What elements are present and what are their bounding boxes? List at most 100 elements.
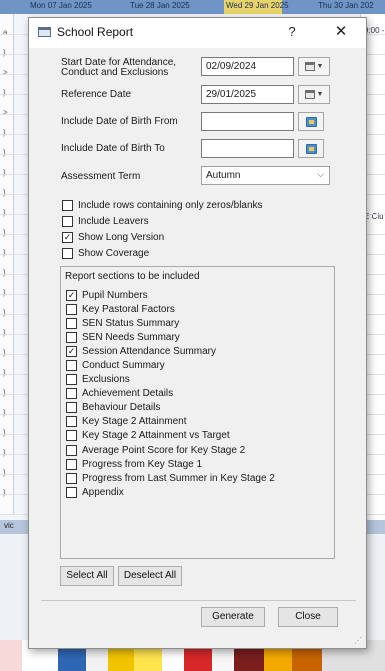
- checkbox[interactable]: [66, 486, 77, 498]
- checkbox-label: Progress from Last Summer in Key Stage 2: [82, 472, 275, 484]
- checkbox-row[interactable]: Progress from Last Summer in Key Stage 2: [66, 471, 328, 485]
- checkbox-label: Average Point Score for Key Stage 2: [82, 444, 246, 456]
- checkbox-label: Conduct Summary: [82, 360, 165, 372]
- checkbox-row[interactable]: Progress from Key Stage 1: [66, 457, 328, 471]
- checkbox-label: SEN Needs Summary: [82, 331, 180, 343]
- report-sections-group: Report sections to be included ✓ Pupil Nu…: [60, 266, 335, 559]
- checkbox-row[interactable]: ✓ Show Long Version: [62, 230, 164, 244]
- background-strip-text: vic: [4, 521, 14, 530]
- background-row-marker: ): [3, 188, 6, 197]
- assessment-term-value: Autumn: [206, 170, 241, 181]
- window-icon: [38, 27, 51, 37]
- checkbox[interactable]: [66, 458, 77, 470]
- checkbox[interactable]: [66, 472, 77, 484]
- checkbox-label: Appendix: [82, 486, 124, 498]
- checkbox-label: Progress from Key Stage 1: [82, 458, 203, 470]
- reference-date-field[interactable]: 29/01/2025: [201, 85, 294, 104]
- dob-from-field[interactable]: [201, 112, 294, 131]
- folder-icon: [305, 143, 317, 154]
- help-button[interactable]: ?: [282, 22, 302, 42]
- dob-from-picker-button[interactable]: [298, 112, 324, 131]
- checkbox[interactable]: [62, 215, 73, 227]
- checkbox-row[interactable]: Key Stage 2 Attainment: [66, 415, 328, 429]
- checkbox-row[interactable]: Conduct Summary: [66, 358, 328, 372]
- checkbox-checked[interactable]: ✓: [66, 289, 77, 301]
- background-ribbon-date: Wed 29 Jan 2025: [226, 1, 289, 10]
- dob-to-picker-button[interactable]: [298, 139, 324, 158]
- chevron-down-icon: ⌵: [317, 169, 324, 179]
- checkbox-row[interactable]: Show Coverage: [62, 246, 149, 260]
- dob-from-label: Include Date of Birth From: [61, 116, 178, 127]
- checkbox-checked[interactable]: ✓: [66, 345, 77, 357]
- reference-date-picker-button[interactable]: ▼: [298, 85, 330, 104]
- background-row-marker: ): [3, 148, 6, 157]
- select-all-button[interactable]: Select All: [60, 566, 114, 586]
- checkbox-row[interactable]: Appendix: [66, 485, 328, 499]
- background-row-marker: ): [3, 488, 6, 497]
- background-row-marker: ): [3, 228, 6, 237]
- background-color-swatch: [0, 640, 22, 671]
- checkbox-label: SEN Status Summary: [82, 317, 180, 329]
- start-date-label-line2: Conduct and Exclusions: [61, 67, 169, 78]
- checkbox-row[interactable]: Achievement Details: [66, 387, 328, 401]
- generate-button[interactable]: Generate: [201, 607, 265, 627]
- checkbox-row[interactable]: Exclusions: [66, 373, 328, 387]
- background-row-marker: ): [3, 248, 6, 257]
- checkbox[interactable]: [62, 199, 73, 211]
- checkbox-row[interactable]: ✓ Pupil Numbers: [66, 288, 328, 302]
- checkbox-row[interactable]: Average Point Score for Key Stage 2: [66, 443, 328, 457]
- checkbox[interactable]: [62, 247, 73, 259]
- checkbox[interactable]: [66, 444, 77, 456]
- background-row-marker: ): [3, 268, 6, 277]
- dialog-titlebar[interactable]: School Report ? ✕: [29, 18, 366, 48]
- background-row-marker: ): [3, 328, 6, 337]
- checkbox[interactable]: [66, 416, 77, 428]
- checkbox-row[interactable]: Key Pastoral Factors: [66, 302, 328, 316]
- background-row-marker: ): [3, 348, 6, 357]
- checkbox-label: Include rows containing only zeros/blank…: [78, 199, 263, 211]
- background-calendar-ribbon: Mon 07 Jan 2025 Tue 28 Jan 2025 Wed 29 J…: [0, 0, 385, 14]
- start-date-field[interactable]: 02/09/2024: [201, 57, 294, 76]
- checkbox[interactable]: [66, 303, 77, 315]
- checkbox[interactable]: [66, 317, 77, 329]
- dob-to-field[interactable]: [201, 139, 294, 158]
- background-row-marker: ): [3, 408, 6, 417]
- close-dialog-button[interactable]: Close: [278, 607, 338, 627]
- checkbox[interactable]: [66, 360, 77, 372]
- checkbox-row[interactable]: SEN Needs Summary: [66, 330, 328, 344]
- reference-date-label: Reference Date: [61, 89, 132, 100]
- start-date-picker-button[interactable]: ▼: [298, 57, 330, 76]
- checkbox-label: Key Pastoral Factors: [82, 303, 175, 315]
- checkbox-row[interactable]: ✓ Session Attendance Summary: [66, 344, 328, 358]
- calendar-icon: [304, 62, 315, 71]
- close-icon[interactable]: ✕: [329, 21, 353, 43]
- checkbox-row[interactable]: Key Stage 2 Attainment vs Target: [66, 429, 328, 443]
- checkbox-label: Key Stage 2 Attainment vs Target: [82, 430, 230, 442]
- background-row-marker: ): [3, 208, 6, 217]
- school-report-dialog: School Report ? ✕ Start Date for Attenda…: [28, 17, 367, 649]
- assessment-term-select[interactable]: Autumn ⌵: [201, 166, 330, 185]
- background-row-marker: ): [3, 288, 6, 297]
- deselect-all-button[interactable]: Deselect All: [118, 566, 182, 586]
- checkbox[interactable]: [66, 430, 77, 442]
- checkbox[interactable]: [66, 402, 77, 414]
- background-row-marker: >: [3, 68, 8, 77]
- checkbox-row[interactable]: Behaviour Details: [66, 401, 328, 415]
- checkbox[interactable]: [66, 388, 77, 400]
- background-row-marker: ): [3, 128, 6, 137]
- background-row-marker: >: [3, 108, 8, 117]
- background-row-marker: ): [3, 428, 6, 437]
- checkbox-row[interactable]: SEN Status Summary: [66, 316, 328, 330]
- checkbox-label: Show Coverage: [78, 247, 150, 259]
- checkbox-label: Show Long Version: [78, 231, 165, 243]
- checkbox[interactable]: [66, 374, 77, 386]
- resize-grip-icon[interactable]: ⋰: [354, 636, 362, 645]
- checkbox-row[interactable]: Include rows containing only zeros/blank…: [62, 198, 263, 212]
- background-row-marker: a: [3, 28, 8, 37]
- background-row-marker: ): [3, 88, 6, 97]
- checkbox-checked[interactable]: ✓: [62, 231, 73, 243]
- sections-group-header: Report sections to be included: [65, 271, 200, 282]
- checkbox[interactable]: [66, 331, 77, 343]
- background-ribbon-date: Tue 28 Jan 2025: [130, 1, 190, 10]
- checkbox-row[interactable]: Include Leavers: [62, 214, 149, 228]
